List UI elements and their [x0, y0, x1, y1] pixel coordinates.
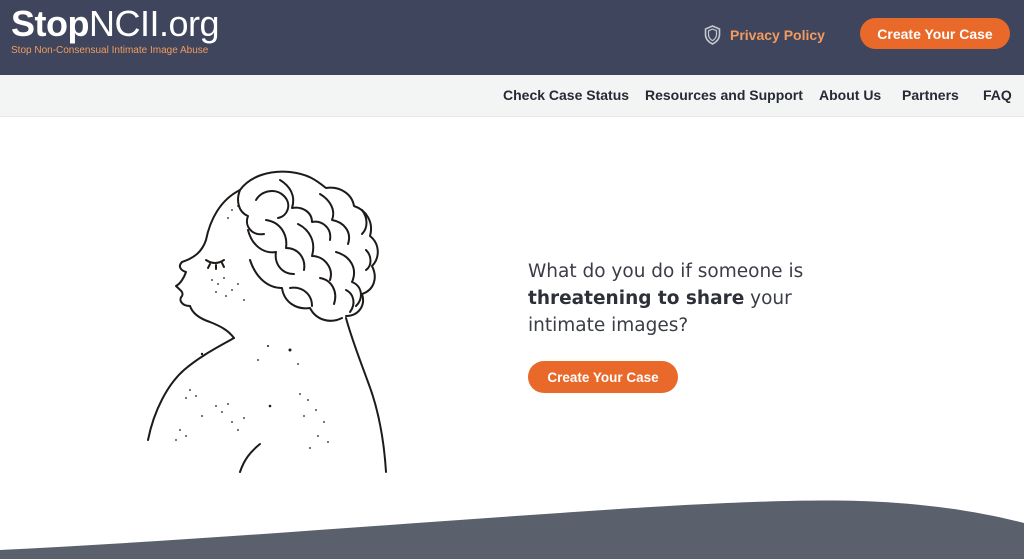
logo-tagline: Stop Non-Consensual Intimate Image Abuse: [11, 45, 209, 56]
hero-headline: What do you do if someone is threatening…: [528, 258, 848, 339]
hero-line-1: What do you do if someone is: [528, 261, 804, 282]
footer-wave: [0, 500, 1024, 559]
hero-line-2-rest: your: [744, 288, 792, 309]
create-case-button-hero[interactable]: Create Your Case: [528, 361, 678, 393]
shield-icon: [704, 25, 721, 45]
nav-item-faq[interactable]: FAQ: [983, 87, 1012, 103]
hero-bold-phrase: threatening to share: [528, 288, 745, 309]
nav-item-resources-support[interactable]: Resources and Support: [645, 87, 803, 103]
create-case-button-header[interactable]: Create Your Case: [860, 18, 1010, 49]
logo-regular-text: NCII.org: [88, 3, 220, 44]
privacy-policy-link[interactable]: Privacy Policy: [704, 23, 825, 47]
woman-profile-illustration: [147, 170, 387, 473]
logo-bold-text: Stop: [11, 3, 89, 44]
site-header: StopNCII.org Stop Non-Consensual Intimat…: [0, 0, 1024, 75]
site-logo[interactable]: StopNCII.org Stop Non-Consensual Intimat…: [11, 3, 220, 57]
privacy-policy-label: Privacy Policy: [730, 27, 825, 43]
nav-item-about-us[interactable]: About Us: [819, 87, 881, 103]
main-nav: Check Case Status Resources and Support …: [0, 75, 1024, 117]
hero-line-3: intimate images?: [528, 315, 689, 336]
logo-wordmark: StopNCII.org: [11, 3, 220, 44]
nav-item-partners[interactable]: Partners: [902, 87, 959, 103]
nav-item-check-case-status[interactable]: Check Case Status: [503, 87, 629, 103]
